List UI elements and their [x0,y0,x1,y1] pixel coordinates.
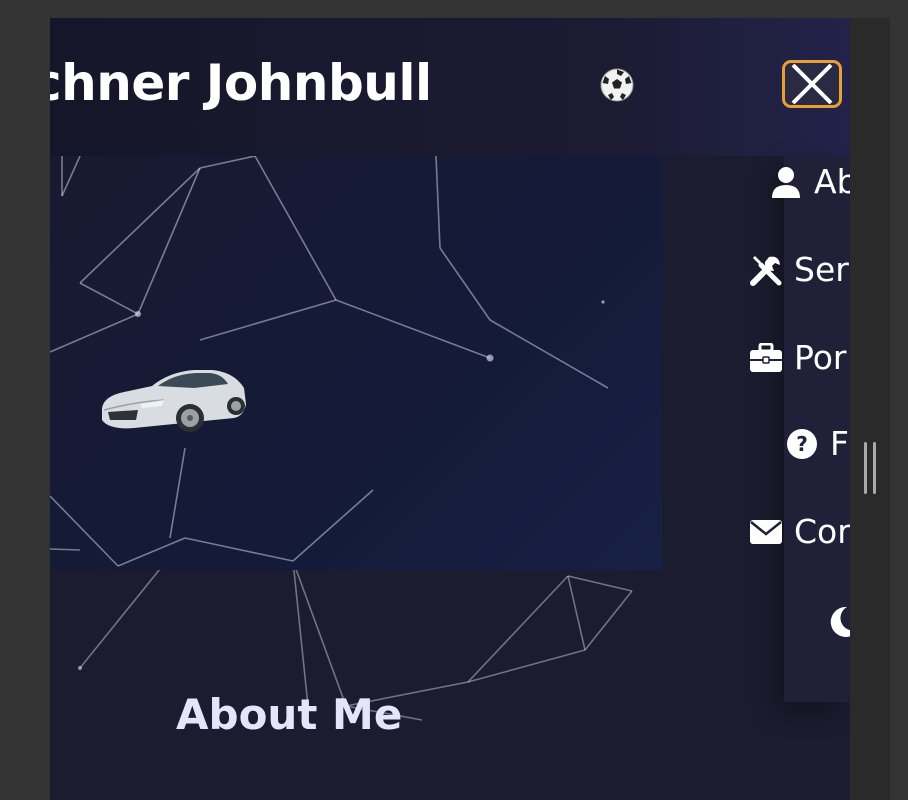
moon-icon [826,604,850,640]
nav-item-label: Por [794,338,847,377]
user-icon [768,164,804,200]
briefcase-icon [748,340,784,376]
nav-item-label: Ab [814,162,850,201]
about-section-title: About Me [176,690,403,739]
site-brand-title[interactable]: chner Johnbull [50,54,432,112]
question-circle-icon: ? [784,426,820,462]
soccer-ball-icon [600,68,634,102]
nav-item-about[interactable]: Ab [768,162,850,201]
top-header: chner Johnbull [50,18,850,156]
nav-item-faq[interactable]: ? F [784,424,849,463]
nav-item-contact[interactable]: Cor [748,512,850,551]
nav-item-label: F [830,424,849,463]
envelope-icon [748,514,784,550]
close-menu-button[interactable] [782,60,842,108]
scrollbar-thumb[interactable] [864,442,876,494]
vertical-scrollbar[interactable] [850,18,890,800]
close-icon [791,63,833,105]
nav-item-services[interactable]: Ser [748,250,849,289]
tools-icon [748,252,784,288]
nav-item-label: Ser [794,250,849,289]
theme-toggle-button[interactable] [826,604,850,640]
svg-text:?: ? [796,432,808,456]
page-viewport: chner Johnbull Ab Ser Por ? F Cor About … [50,18,850,800]
nav-item-label: Cor [794,512,850,551]
nav-item-portfolio[interactable]: Por [748,338,846,377]
car-image [102,370,246,432]
